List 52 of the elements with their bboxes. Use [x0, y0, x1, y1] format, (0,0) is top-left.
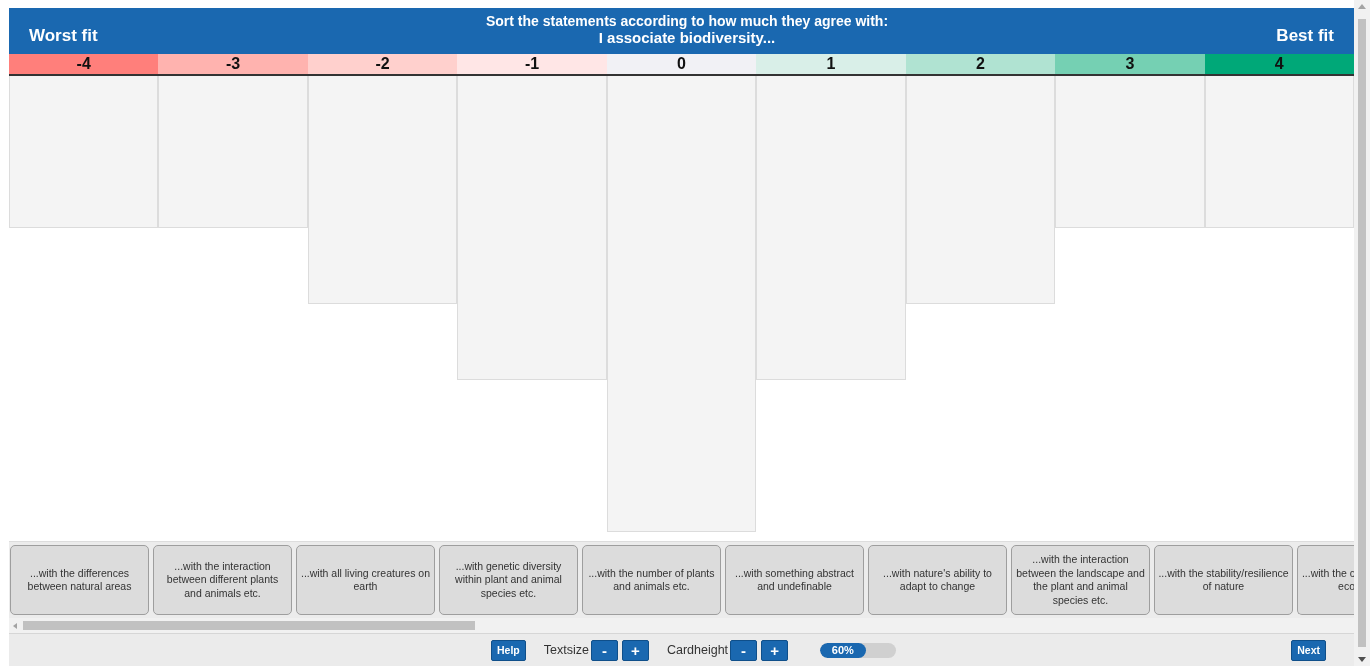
card-slot[interactable]	[1204, 76, 1354, 152]
statement-card[interactable]: ...with all living creatures on earth	[296, 545, 435, 615]
horizontal-scrollbar[interactable]	[9, 618, 1354, 633]
column-header: -3	[158, 54, 308, 76]
card-slot[interactable]	[756, 76, 906, 152]
column-header: 3	[1055, 54, 1205, 76]
statement-card[interactable]: ...with the interaction between the landscape and the plant and animal species etc.	[1011, 545, 1150, 615]
card-slot[interactable]	[905, 76, 1056, 152]
column-header: -4	[9, 54, 159, 76]
card-slot[interactable]	[457, 76, 607, 152]
statement-card[interactable]: ...with something abstract and undefinable	[725, 545, 864, 615]
progress-text: 60%	[831, 642, 854, 658]
column-header: 4	[1204, 54, 1354, 76]
cardheight-label: Cardheight	[666, 643, 729, 657]
card-slot[interactable]	[606, 456, 757, 532]
card-slot[interactable]	[158, 152, 308, 228]
column-header: -2	[307, 54, 458, 76]
card-slot[interactable]	[606, 76, 757, 152]
statement-card[interactable]: ...with the stability/resilience of nature	[1154, 545, 1293, 615]
column-header: 1	[756, 54, 906, 76]
help-button[interactable]: Help	[491, 639, 526, 661]
instruction-text: Sort the statements according to how much they agree with:	[485, 13, 889, 29]
statement-card[interactable]: ...with the interaction between different plants and animals etc.	[153, 545, 292, 615]
next-button[interactable]: Next	[1291, 639, 1326, 661]
card-slot[interactable]	[158, 76, 308, 152]
column-header: -1	[457, 54, 607, 76]
statement-card[interactable]: ...with genetic diversity within plant and animal species etc.	[439, 545, 578, 615]
statement-card[interactable]: ...with the number of plants and animals etc.	[582, 545, 721, 615]
statement-card[interactable]: ...with the differences between natural areas	[10, 545, 149, 615]
cardheight-decrease-button[interactable]: -	[730, 639, 758, 661]
statement-card[interactable]: ...with the c eco	[1297, 545, 1354, 615]
statement-text: I associate biodiversity...	[598, 29, 776, 46]
column-header: 2	[905, 54, 1056, 76]
card-slot[interactable]	[905, 228, 1056, 304]
textsize-increase-button[interactable]: +	[621, 639, 649, 661]
best-fit-label: Best fit	[1276, 26, 1334, 46]
statement-card[interactable]: ...with nature's ability to adapt to change	[868, 545, 1007, 615]
card-slot[interactable]	[9, 152, 159, 228]
card-slot[interactable]	[457, 304, 607, 380]
textsize-label: Textsize	[543, 643, 589, 657]
card-slot[interactable]	[307, 76, 458, 152]
card-slot[interactable]	[756, 304, 906, 380]
card-slot[interactable]	[1204, 152, 1354, 228]
column-header: 0	[606, 54, 757, 76]
cardheight-increase-button[interactable]: +	[761, 639, 789, 661]
card-slot[interactable]	[1055, 76, 1205, 152]
card-slot[interactable]	[307, 228, 458, 304]
worst-fit-label: Worst fit	[29, 26, 98, 46]
textsize-decrease-button[interactable]: -	[590, 639, 618, 661]
vertical-scrollbar[interactable]	[1354, 0, 1370, 666]
card-slot[interactable]	[1055, 152, 1205, 228]
card-slot[interactable]	[9, 76, 159, 152]
